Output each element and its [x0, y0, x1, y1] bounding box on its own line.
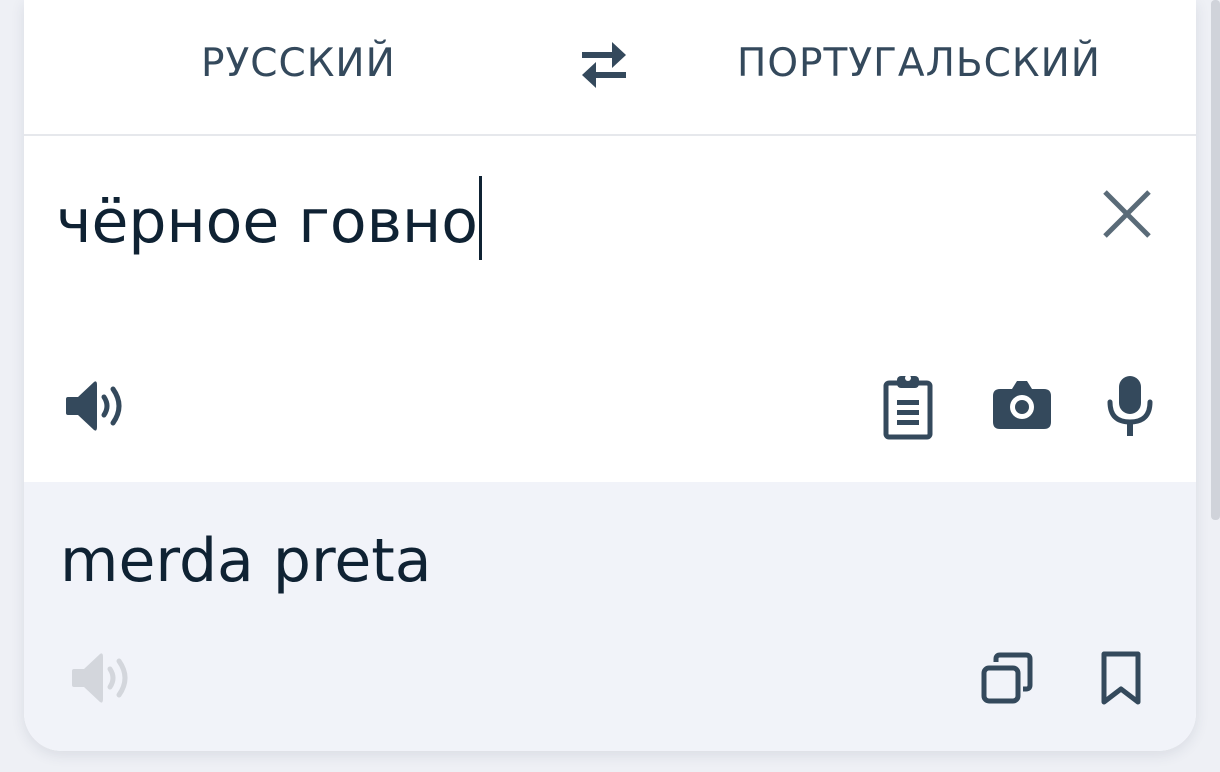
swap-arrows-icon: [582, 42, 626, 88]
camera-icon: [993, 381, 1051, 429]
clear-input-button[interactable]: [1101, 188, 1153, 240]
source-text: чёрное говно: [56, 187, 478, 257]
target-language-button[interactable]: ПОРТУГАЛЬСКИЙ: [737, 40, 1101, 88]
speaker-icon: [66, 381, 122, 431]
translator-card: РУССКИЙ ПОРТУГАЛЬСКИЙ чёрное говно merda…: [24, 0, 1196, 751]
text-caret: [478, 176, 482, 260]
paste-button[interactable]: [883, 372, 933, 440]
scrollbar[interactable]: [1211, 0, 1220, 520]
source-input-area[interactable]: чёрное говно: [24, 136, 1196, 482]
source-speak-button[interactable]: [66, 378, 128, 434]
speaker-icon: [72, 653, 128, 703]
clipboard-icon: [883, 375, 933, 440]
source-text-input[interactable]: чёрное говно: [56, 176, 482, 260]
copy-icon: [981, 652, 1033, 704]
language-bar: РУССКИЙ ПОРТУГАЛЬСКИЙ: [24, 0, 1196, 136]
microphone-button[interactable]: [1106, 374, 1154, 438]
translation-output-area: merda preta: [24, 482, 1196, 751]
copy-button[interactable]: [980, 652, 1034, 704]
bookmark-icon: [1101, 651, 1141, 705]
swap-languages-button[interactable]: [576, 40, 632, 90]
source-language-button[interactable]: РУССКИЙ: [201, 40, 396, 88]
microphone-icon: [1107, 376, 1153, 436]
camera-button[interactable]: [992, 379, 1052, 431]
target-speak-button[interactable]: [72, 650, 134, 706]
bookmark-button[interactable]: [1100, 650, 1142, 708]
close-icon: [1103, 190, 1151, 238]
translation-text: merda preta: [60, 526, 432, 596]
